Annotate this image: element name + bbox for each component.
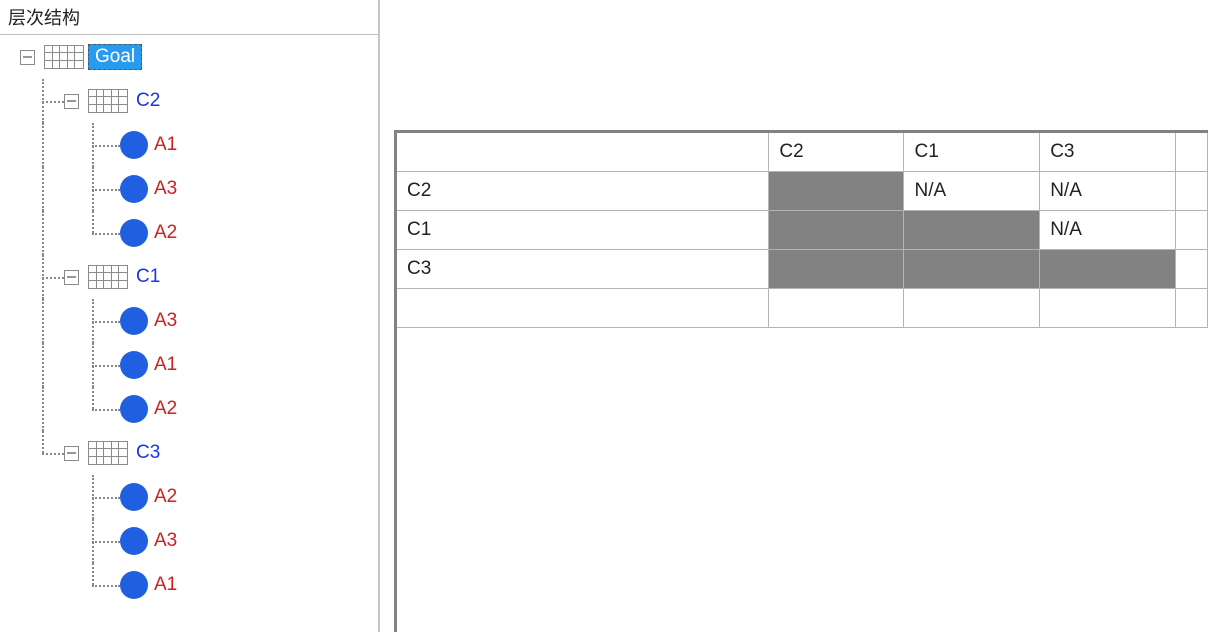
- collapse-icon[interactable]: [64, 270, 79, 285]
- matrix-cell[interactable]: [769, 211, 904, 250]
- criterion-label: C3: [132, 442, 164, 464]
- matrix-col-header[interactable]: C1: [904, 133, 1040, 172]
- alternative-icon: [120, 175, 148, 203]
- alternative-icon: [120, 307, 148, 335]
- matrix-scroll-gutter: [1175, 133, 1207, 172]
- grid-icon: [88, 441, 128, 465]
- criterion-label: C1: [132, 266, 164, 288]
- tree-node-criterion[interactable]: C2: [0, 79, 378, 123]
- alternative-label: A1: [154, 134, 177, 156]
- matrix-scroll-gutter: [1175, 250, 1207, 289]
- matrix-cell[interactable]: [769, 250, 904, 289]
- matrix-header-row: C2 C1 C3: [397, 133, 1208, 172]
- matrix-scroll-gutter: [1175, 172, 1207, 211]
- tree-node-alternative[interactable]: A3: [0, 167, 378, 211]
- alternative-icon: [120, 483, 148, 511]
- alternative-icon: [120, 351, 148, 379]
- tree-node-goal[interactable]: Goal: [0, 35, 378, 79]
- tree-node-alternative[interactable]: A1: [0, 343, 378, 387]
- matrix-cell[interactable]: N/A: [1040, 211, 1176, 250]
- matrix-col-header[interactable]: C3: [1040, 133, 1176, 172]
- grid-icon: [88, 89, 128, 113]
- matrix-row: C3: [397, 250, 1208, 289]
- alternative-label: A2: [154, 486, 177, 508]
- alternative-icon: [120, 571, 148, 599]
- matrix-container: C2 C1 C3 C2 N/A N/A C1: [394, 130, 1208, 632]
- app-root: 层次结构 Goal C2: [0, 0, 1208, 632]
- tree-node-alternative[interactable]: A2: [0, 475, 378, 519]
- matrix-cell[interactable]: [769, 172, 904, 211]
- alternative-label: A1: [154, 574, 177, 596]
- matrix-row-header[interactable]: C2: [397, 172, 769, 211]
- collapse-icon[interactable]: [20, 50, 35, 65]
- tree-node-alternative[interactable]: A3: [0, 519, 378, 563]
- alternative-icon: [120, 219, 148, 247]
- alternative-label: A3: [154, 530, 177, 552]
- matrix-scroll-gutter: [1175, 211, 1207, 250]
- tree-node-alternative[interactable]: A2: [0, 211, 378, 255]
- alternative-label: A2: [154, 222, 177, 244]
- matrix-cell[interactable]: N/A: [1040, 172, 1176, 211]
- matrix-cell[interactable]: N/A: [904, 172, 1040, 211]
- matrix-empty-area: [397, 289, 1208, 328]
- comparison-matrix[interactable]: C2 C1 C3 C2 N/A N/A C1: [397, 133, 1208, 328]
- tree: Goal C2 A1: [0, 35, 378, 607]
- matrix-row: C2 N/A N/A: [397, 172, 1208, 211]
- matrix-col-header[interactable]: C2: [769, 133, 904, 172]
- alternative-label: A1: [154, 354, 177, 376]
- matrix-cell[interactable]: [1040, 250, 1176, 289]
- alternative-label: A2: [154, 398, 177, 420]
- hierarchy-panel: 层次结构 Goal C2: [0, 0, 380, 632]
- collapse-icon[interactable]: [64, 446, 79, 461]
- matrix-cell[interactable]: [904, 211, 1040, 250]
- matrix-row-header[interactable]: C1: [397, 211, 769, 250]
- tree-node-alternative[interactable]: A2: [0, 387, 378, 431]
- matrix-cell[interactable]: [904, 250, 1040, 289]
- panel-title: 层次结构: [0, 0, 378, 32]
- grid-icon: [44, 45, 84, 69]
- criterion-label: C2: [132, 90, 164, 112]
- goal-label[interactable]: Goal: [88, 44, 142, 70]
- tree-node-alternative[interactable]: A1: [0, 123, 378, 167]
- tree-node-alternative[interactable]: A3: [0, 299, 378, 343]
- tree-node-criterion[interactable]: C3: [0, 431, 378, 475]
- matrix-row: C1 N/A: [397, 211, 1208, 250]
- tree-node-alternative[interactable]: A1: [0, 563, 378, 607]
- alternative-icon: [120, 527, 148, 555]
- alternative-icon: [120, 131, 148, 159]
- tree-node-criterion[interactable]: C1: [0, 255, 378, 299]
- matrix-row-header[interactable]: C3: [397, 250, 769, 289]
- alternative-icon: [120, 395, 148, 423]
- matrix-corner-cell: [397, 133, 769, 172]
- collapse-icon[interactable]: [64, 94, 79, 109]
- grid-icon: [88, 265, 128, 289]
- alternative-label: A3: [154, 178, 177, 200]
- alternative-label: A3: [154, 310, 177, 332]
- matrix-panel: C2 C1 C3 C2 N/A N/A C1: [380, 0, 1208, 632]
